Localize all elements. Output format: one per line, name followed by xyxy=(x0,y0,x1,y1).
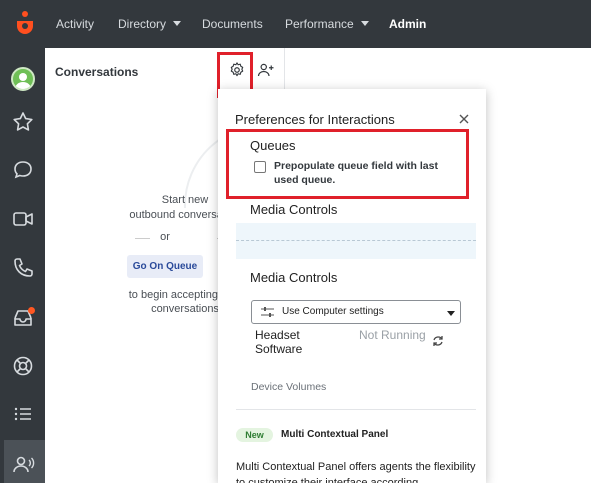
list-icon[interactable] xyxy=(11,402,35,426)
new-badge: New xyxy=(236,428,273,442)
nav-performance[interactable]: Performance xyxy=(285,0,369,48)
panel-title: Conversations xyxy=(55,65,139,79)
highlight-box-queues xyxy=(226,129,469,199)
nav-documents[interactable]: Documents xyxy=(202,0,263,48)
nav-admin[interactable]: Admin xyxy=(389,0,426,48)
star-icon[interactable] xyxy=(11,110,35,134)
close-icon[interactable] xyxy=(459,114,469,124)
mcp-title: Multi Contextual Panel xyxy=(281,429,389,440)
top-nav-bar: Activity Directory Documents Performance… xyxy=(0,0,591,48)
go-on-queue-button[interactable]: Go On Queue xyxy=(127,255,203,278)
chevron-down-icon xyxy=(173,21,182,26)
video-icon[interactable] xyxy=(11,207,35,231)
nav-directory[interactable]: Directory xyxy=(118,0,182,48)
nav-activity[interactable]: Activity xyxy=(56,0,94,48)
media-controls-divider xyxy=(236,240,476,241)
lifebuoy-icon[interactable] xyxy=(11,354,35,378)
media-controls-area xyxy=(236,223,476,259)
notification-dot xyxy=(28,307,35,314)
app-logo-icon[interactable] xyxy=(13,10,37,38)
or-label: or xyxy=(150,231,180,243)
chevron-down-icon xyxy=(360,21,369,26)
section-divider xyxy=(236,409,476,410)
avatar[interactable] xyxy=(11,67,35,91)
refresh-icon[interactable] xyxy=(432,335,444,347)
phone-icon[interactable] xyxy=(11,256,35,280)
chevron-down-icon xyxy=(447,311,455,316)
popover-title: Preferences for Interactions xyxy=(235,112,395,127)
mcp-description: Multi Contextual Panel offers agents the… xyxy=(236,461,476,483)
device-volumes-label: Device Volumes xyxy=(251,381,327,393)
chat-icon[interactable] xyxy=(11,158,35,182)
user-avatar-icon xyxy=(15,73,31,89)
audio-settings-select[interactable]: Use Computer settings xyxy=(251,300,461,324)
sliders-icon xyxy=(261,307,274,317)
media-controls-title-2: Media Controls xyxy=(250,270,338,285)
agent-audio-icon[interactable] xyxy=(11,452,35,476)
audio-settings-value: Use Computer settings xyxy=(282,306,384,317)
headset-software-label: Headset Software xyxy=(255,328,303,356)
media-controls-title-1: Media Controls xyxy=(250,202,338,217)
add-user-icon[interactable] xyxy=(257,61,275,79)
headset-status: Not Running xyxy=(359,328,426,342)
left-sidebar xyxy=(0,48,45,483)
